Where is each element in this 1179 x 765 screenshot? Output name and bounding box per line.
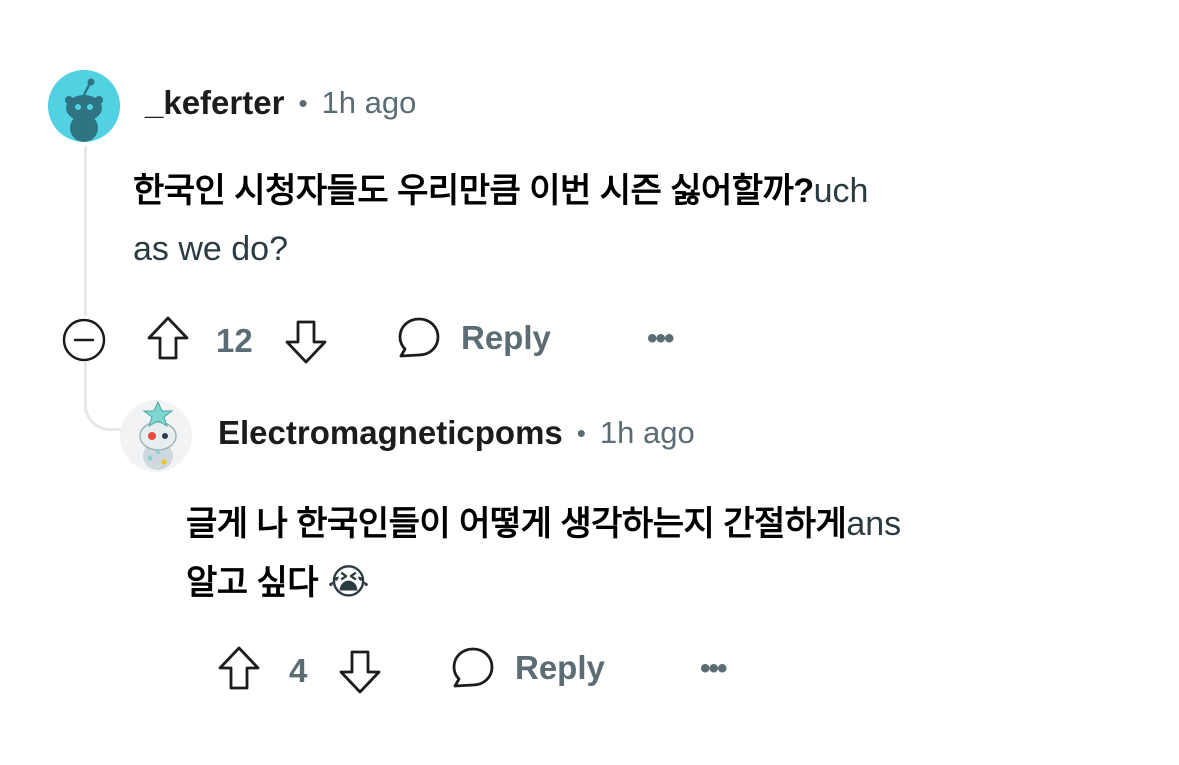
comment-body: 글게 나 한국인들이 어떻게 생각하는지 간절하게ans 알고 싶다 😭 [186, 495, 1146, 612]
reply-label: Reply [515, 649, 605, 686]
collapse-icon [62, 318, 106, 362]
comment-meta: Electromagneticpoms • 1h ago [218, 414, 695, 452]
comment-time: 1h ago [321, 85, 417, 120]
comment-time: 1h ago [599, 415, 695, 450]
comment-text-korean: 글게 나 한국인들이 어떻게 생각하는지 간절하게 [186, 505, 847, 543]
reply-button[interactable]: Reply [395, 314, 551, 362]
downvote-button[interactable] [337, 646, 383, 696]
downvote-button[interactable] [283, 316, 329, 366]
meta-separator: • [576, 417, 586, 448]
upvote-button[interactable] [145, 314, 191, 364]
downvote-icon [339, 650, 381, 694]
avatar[interactable] [120, 400, 192, 472]
comment-author[interactable]: _keferter [145, 84, 284, 122]
comment-text-tail: ans [846, 505, 902, 543]
comment-meta: _keferter • 1h ago [145, 84, 416, 122]
vote-count: 4 [289, 652, 308, 689]
reddit-snoo-avatar-icon [48, 70, 120, 142]
comment-icon [398, 317, 440, 358]
comment-text-korean: 한국인 시청자들도 우리만큼 이번 시즌 싫어할까? [133, 172, 814, 210]
thread-branch-line [84, 395, 124, 431]
avatar[interactable] [48, 70, 120, 142]
downvote-icon [285, 320, 327, 364]
comment-text-tail: uch [813, 172, 869, 210]
vote-count: 12 [216, 322, 253, 359]
upvote-icon [147, 316, 189, 360]
thread-line [84, 146, 87, 316]
comment-text-korean-line2: 알고 싶다 [186, 564, 319, 602]
more-options-button[interactable]: ••• [647, 322, 674, 356]
meta-separator: • [298, 87, 308, 118]
more-options-button[interactable]: ••• [700, 652, 727, 686]
crying-emoji: 😭 [327, 561, 370, 602]
collapse-button[interactable] [61, 317, 107, 363]
comment-icon [452, 647, 494, 688]
upvote-button[interactable] [216, 644, 262, 694]
more-icon: ••• [647, 322, 674, 355]
comment-body: 한국인 시청자들도 우리만큼 이번 시즌 싫어할까?uch as we do? [133, 162, 1113, 278]
more-icon: ••• [700, 652, 727, 685]
upvote-icon [218, 646, 260, 690]
comment-author[interactable]: Electromagneticpoms [218, 414, 563, 452]
reply-label: Reply [461, 319, 551, 356]
comment-text-line2: as we do? [133, 230, 288, 268]
reddit-snoo-avatar-star-icon [120, 400, 192, 472]
reply-button[interactable]: Reply [449, 644, 605, 692]
